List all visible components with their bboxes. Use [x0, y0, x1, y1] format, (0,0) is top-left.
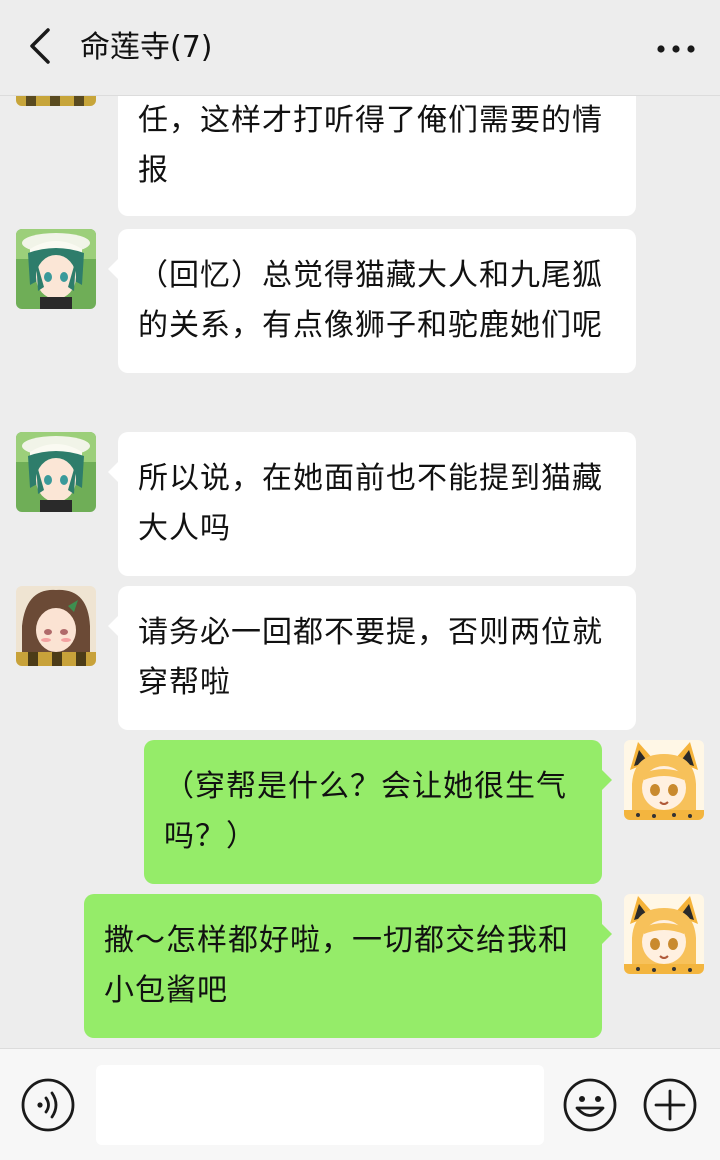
more-button[interactable]: [650, 26, 702, 70]
message-bubble[interactable]: 请务必一回都不要提，否则两位就穿帮啦: [108, 586, 636, 730]
avatar-tanuki[interactable]: [16, 586, 96, 666]
emoji-icon: [562, 1078, 618, 1137]
message-bubble[interactable]: （穿帮是什么？会让她很生气吗？）: [144, 740, 612, 884]
emoji-button[interactable]: [562, 1077, 618, 1133]
chat-area[interactable]: 任，这样才打听得了俺们需要的情报 （回忆）总觉得猫藏大人和九尾狐的关系，有点像狮…: [0, 0, 720, 1048]
message-input[interactable]: [96, 1065, 544, 1145]
chat-header: 命莲寺(7): [0, 0, 720, 96]
avatar-kaban[interactable]: [16, 432, 96, 512]
avatar-serval[interactable]: [624, 894, 704, 974]
message-bubble[interactable]: 撒～怎样都好啦，一切都交给我和小包酱吧: [84, 894, 612, 1038]
avatar-serval[interactable]: [624, 740, 704, 820]
chat-title: 命莲寺(7): [80, 30, 213, 65]
more-functions-button[interactable]: [642, 1077, 698, 1133]
voice-button[interactable]: [20, 1077, 76, 1133]
avatar-kaban[interactable]: [16, 229, 96, 309]
input-bar: [0, 1048, 720, 1160]
plus-icon: [642, 1078, 698, 1137]
voice-icon: [20, 1078, 76, 1137]
chevron-left-icon: [26, 28, 54, 68]
back-button[interactable]: [18, 26, 62, 70]
more-dots-icon: [656, 39, 696, 58]
message-bubble[interactable]: 所以说，在她面前也不能提到猫藏大人吗: [108, 432, 636, 576]
message-bubble[interactable]: （回忆）总觉得猫藏大人和九尾狐的关系，有点像狮子和驼鹿她们呢: [108, 229, 636, 373]
